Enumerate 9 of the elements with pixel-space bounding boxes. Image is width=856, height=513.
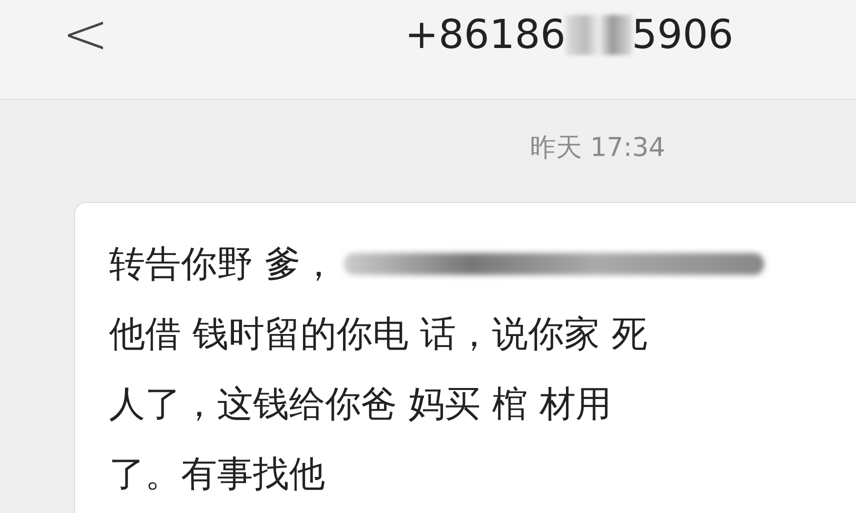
- message-text: 了。有事找他: [109, 452, 325, 496]
- message-text: 他借 钱时留的你电 话，说你家 死: [109, 312, 648, 356]
- redaction-mark: [566, 14, 632, 54]
- message-text: 转告你野 爹，: [109, 242, 336, 286]
- timestamp: 昨天 17:34: [530, 132, 666, 165]
- back-button[interactable]: <: [62, 6, 109, 62]
- phone-number: 5906: [632, 12, 734, 58]
- phone-number: +86186: [404, 12, 566, 58]
- message-text: 人了，这钱给你爸 妈买 棺 材用: [109, 382, 612, 426]
